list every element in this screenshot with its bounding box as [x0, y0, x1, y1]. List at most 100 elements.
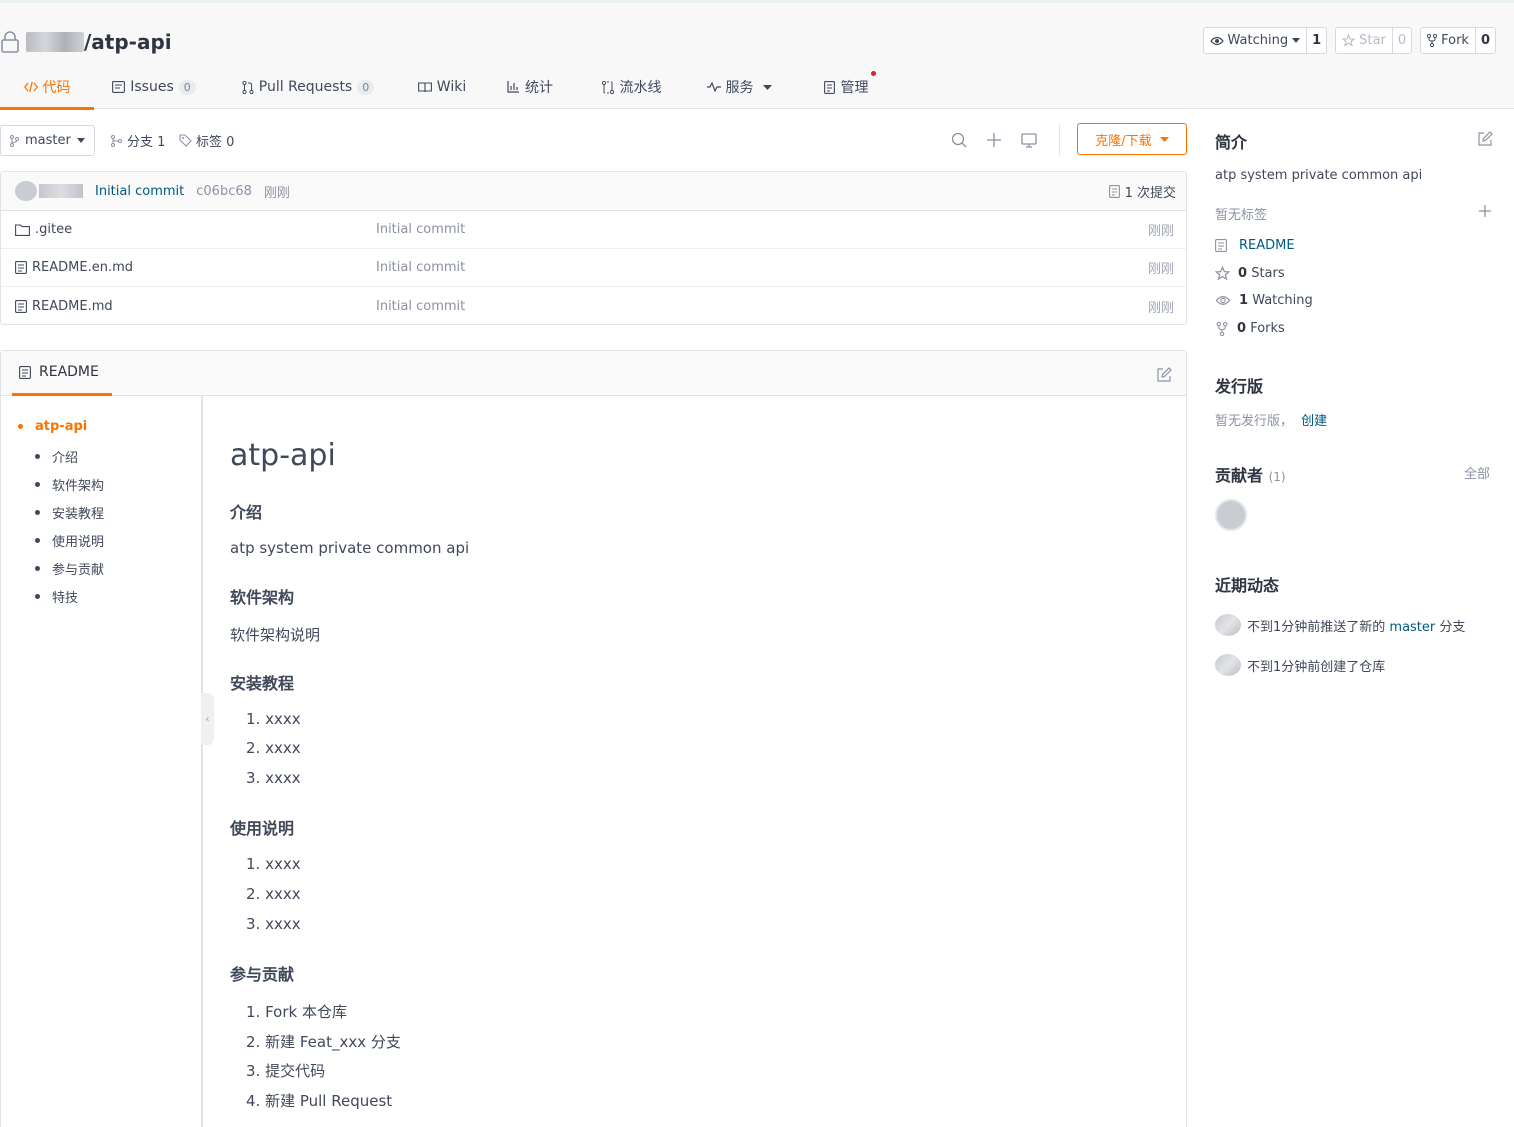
commit-count: 1 次提交 — [1124, 185, 1176, 201]
latest-commit-row: Initial commit c06bc68 刚刚 1 次提交 — [1, 172, 1186, 211]
tab-code[interactable]: 代码 — [0, 65, 94, 110]
edit-icon[interactable] — [1156, 367, 1172, 387]
tab-stats[interactable]: 统计 — [482, 65, 578, 109]
branch-name: master — [25, 133, 71, 148]
fork-count[interactable]: 0 — [1474, 28, 1495, 53]
commit-message-link[interactable]: Initial commit — [95, 184, 184, 199]
all-contributors-link[interactable]: 全部 — [1464, 463, 1490, 482]
branches-count: 分支 1 — [127, 135, 166, 150]
branch-icon — [10, 134, 19, 147]
no-tags-text: 暂无标签 — [1215, 208, 1268, 223]
eye-icon — [1215, 296, 1231, 305]
tab-pipeline[interactable]: 流水线 — [578, 65, 684, 109]
toc-item[interactable]: 使用说明 — [35, 531, 104, 550]
tab-wiki[interactable]: Wiki — [402, 65, 482, 109]
pipeline-icon — [601, 80, 614, 94]
code-icon — [23, 81, 38, 93]
star-count[interactable]: 0 — [1391, 28, 1411, 53]
file-time: 刚刚 — [1147, 262, 1174, 277]
toc-item[interactable]: 参与贡献 — [35, 559, 104, 578]
add-tag-icon[interactable] — [1477, 203, 1493, 223]
tab-code-label: 代码 — [42, 80, 71, 96]
toc-item[interactable]: 特技 — [35, 587, 78, 606]
toc-item[interactable]: 软件架构 — [35, 475, 104, 494]
plus-icon[interactable] — [985, 131, 1005, 151]
file-name[interactable]: .gitee — [35, 222, 72, 237]
branch-icon — [111, 134, 122, 147]
tab-services[interactable]: 服务 — [684, 65, 794, 109]
toolbar-divider — [1059, 125, 1060, 155]
readme-toc: atp-api 介绍 软件架构 安装教程 使用说明 参与贡献 特技 — [1, 396, 203, 1127]
fork-icon — [1427, 34, 1438, 47]
readme-link[interactable]: README — [1215, 238, 1295, 253]
toc-item[interactable]: 安装教程 — [35, 503, 104, 522]
tag-icon — [179, 134, 192, 147]
toc-item[interactable]: atp-api — [18, 419, 87, 434]
pulse-icon — [706, 82, 721, 92]
create-release-link[interactable]: 创建 — [1301, 414, 1327, 429]
forks-stat[interactable]: 0 Forks — [1215, 321, 1285, 336]
watching-stat[interactable]: 1 Watching — [1215, 293, 1313, 308]
file-row[interactable]: .gitee Initial commit 刚刚 — [1, 211, 1186, 249]
section-heading: 介绍 — [230, 503, 263, 522]
watch-count[interactable]: 1 — [1306, 28, 1326, 53]
star-button[interactable]: Star 0 — [1335, 27, 1413, 54]
search-icon[interactable] — [950, 131, 970, 151]
author-name-blurred[interactable] — [39, 184, 83, 198]
file-row[interactable]: README.en.md Initial commit 刚刚 — [1, 249, 1186, 287]
stars-stat[interactable]: 0 Stars — [1215, 266, 1285, 281]
clone-download-button[interactable]: 克隆/下载 — [1077, 123, 1187, 155]
commit-count-link[interactable]: 1 次提交 — [1108, 182, 1176, 201]
file-commit-message[interactable]: Initial commit — [376, 222, 465, 237]
edit-icon[interactable] — [1477, 131, 1493, 151]
activity-text-suffix: 分支 — [1435, 619, 1466, 635]
avatar[interactable] — [1215, 614, 1241, 636]
repo-name[interactable]: /atp-api — [84, 30, 172, 54]
file-commit-message[interactable]: Initial commit — [376, 260, 465, 275]
contributor-avatar[interactable] — [1215, 499, 1247, 531]
book-icon — [417, 81, 432, 92]
activity-title: 近期动态 — [1215, 576, 1280, 595]
toc-collapse-handle[interactable]: ‹ — [201, 693, 214, 745]
tab-issues[interactable]: Issues 0 — [94, 65, 214, 109]
section-heading: 参与贡献 — [230, 965, 295, 984]
activity-branch-link[interactable]: master — [1389, 620, 1435, 635]
repo-description: atp system private common api — [1215, 168, 1423, 183]
contributors-count: (1) — [1268, 470, 1286, 484]
file-commit-message[interactable]: Initial commit — [376, 299, 465, 314]
section-heading: 使用说明 — [230, 819, 295, 838]
file-icon — [15, 299, 27, 313]
repo-toolbar: master 分支 1 标签 0 克隆/下载 — [0, 123, 1187, 157]
tab-manage-label-wrap: 管理 — [841, 71, 876, 97]
readme-tab[interactable]: README — [12, 351, 112, 396]
section-heading: 软件架构 — [230, 588, 295, 607]
list-item: 2. xxxx — [246, 885, 301, 903]
commit-time: 刚刚 — [263, 185, 290, 201]
avatar[interactable] — [1215, 654, 1241, 676]
fork-button[interactable]: Fork 0 — [1420, 27, 1496, 54]
branches-link[interactable]: 分支 1 — [111, 125, 165, 156]
toc-item[interactable]: 介绍 — [35, 447, 78, 466]
branch-selector[interactable]: master — [0, 125, 95, 156]
tab-pull-requests[interactable]: Pull Requests 0 — [214, 65, 402, 109]
file-row[interactable]: README.md Initial commit 刚刚 — [1, 287, 1186, 325]
tab-manage[interactable]: 管理 — [794, 65, 898, 109]
list-item: 3. 提交代码 — [246, 1062, 326, 1080]
file-name[interactable]: README.en.md — [32, 260, 133, 275]
notification-dot — [870, 71, 876, 76]
pr-count-badge: 0 — [357, 79, 375, 95]
clone-label: 克隆/下载 — [1095, 133, 1152, 149]
tab-stats-label: 统计 — [525, 80, 553, 96]
owner-name-blurred[interactable] — [26, 32, 84, 52]
list-item: 4. 新建 Pull Request — [246, 1092, 393, 1110]
file-name[interactable]: README.md — [32, 299, 113, 314]
monitor-icon[interactable] — [1020, 131, 1040, 151]
tags-link[interactable]: 标签 0 — [179, 125, 234, 156]
tab-wiki-label: Wiki — [436, 79, 467, 95]
fork-icon — [1216, 321, 1228, 336]
list-item: 3. xxxx — [246, 769, 301, 787]
commit-hash[interactable]: c06bc68 — [196, 184, 252, 199]
watch-button[interactable]: Watching 1 — [1202, 27, 1328, 54]
avatar[interactable] — [15, 181, 37, 201]
tab-issues-label: Issues — [130, 79, 174, 95]
